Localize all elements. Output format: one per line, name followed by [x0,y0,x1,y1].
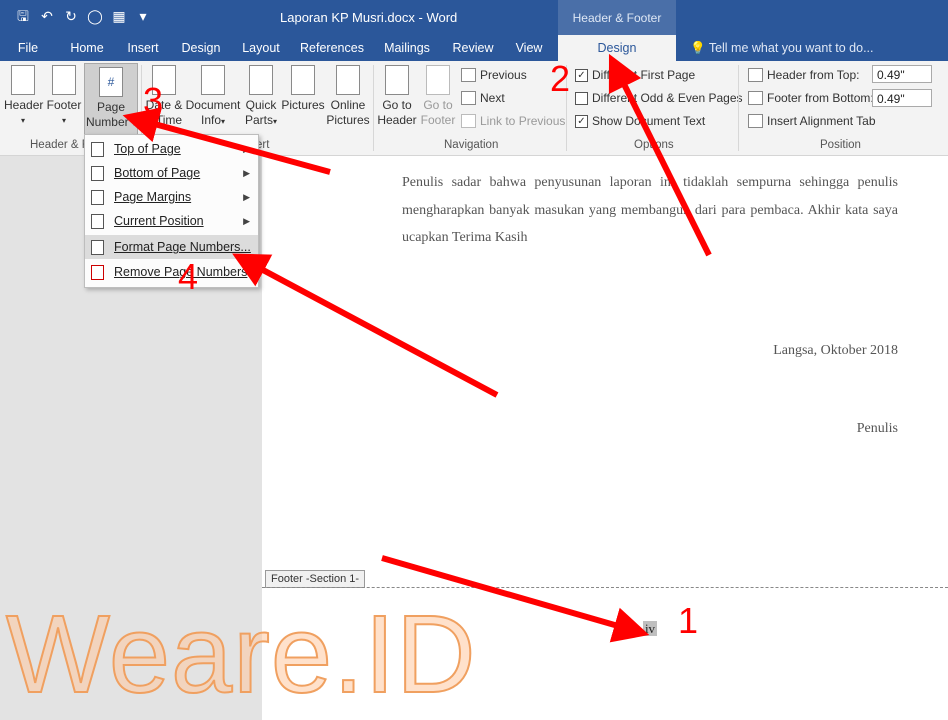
arrow-to-design-tab [608,53,712,257]
annotation-1: 1 [678,600,699,641]
arrow-to-format-page-numbers [232,253,499,398]
arrow-to-page-number [381,555,650,643]
annotation-4: 4 [178,256,199,297]
arrow-to-page-number-button [122,107,331,175]
annotation-2: 2 [550,58,571,99]
annotation-3: 3 [143,80,164,121]
